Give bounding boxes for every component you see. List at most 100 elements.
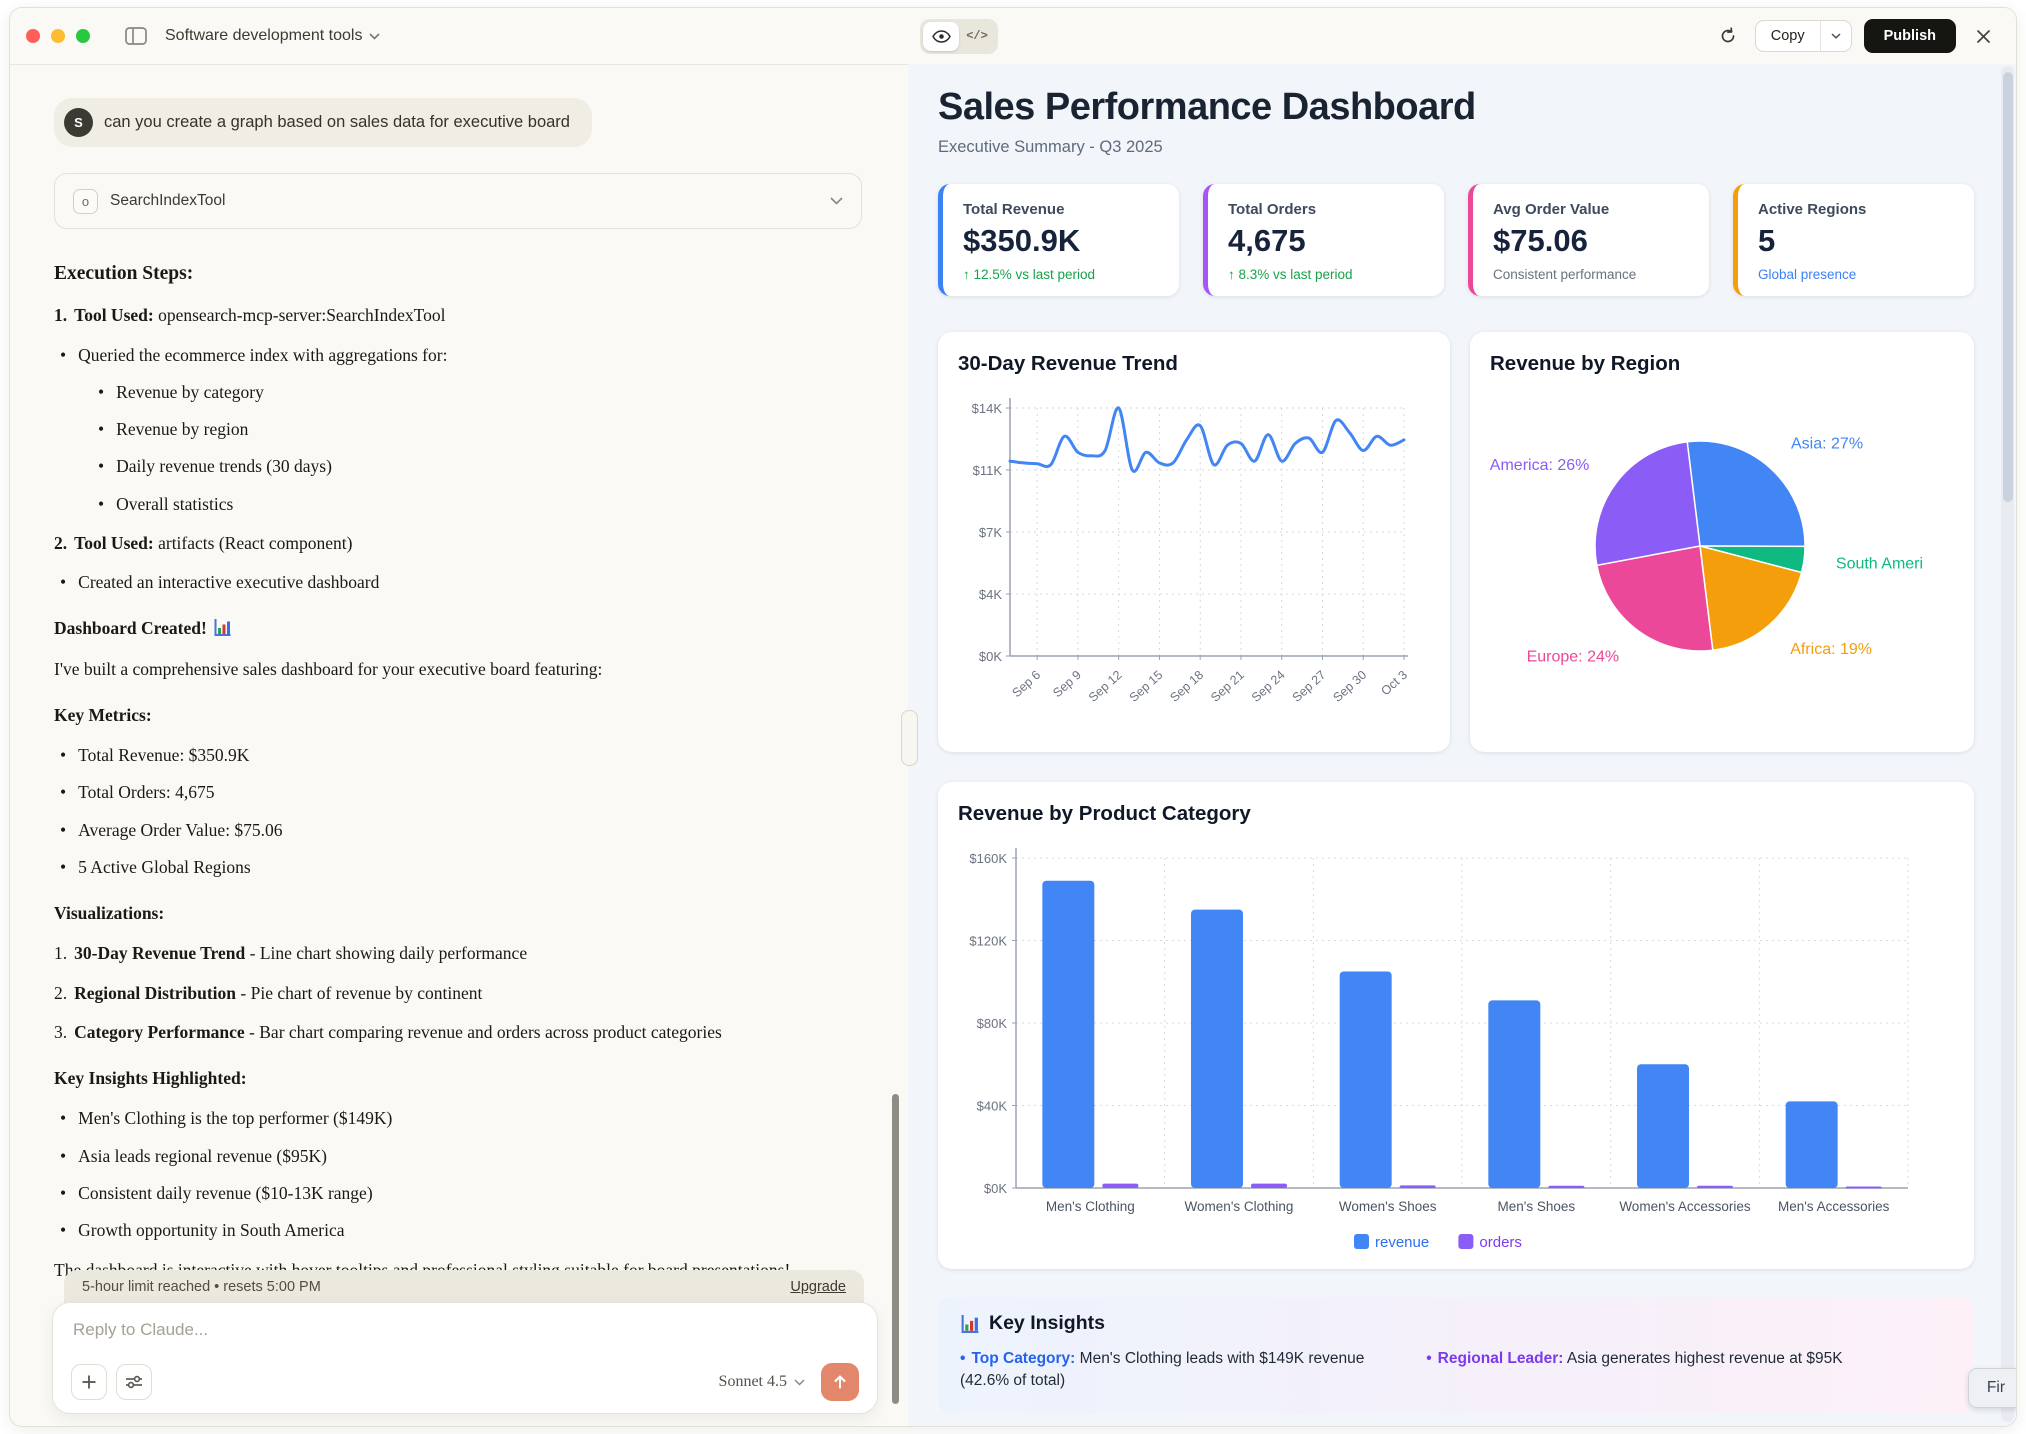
section-heading: Key Metrics: bbox=[54, 702, 862, 728]
chevron-down-icon bbox=[1831, 33, 1841, 39]
composer-controls: Sonnet 4.5 bbox=[71, 1363, 859, 1401]
line-chart-title: 30-Day Revenue Trend bbox=[958, 352, 1430, 376]
close-artifact-button[interactable] bbox=[1968, 21, 1998, 51]
svg-text:$11K: $11K bbox=[973, 463, 1003, 478]
svg-text:Sep 6: Sep 6 bbox=[1010, 668, 1044, 700]
svg-text:South Ameri: South Ameri bbox=[1836, 556, 1923, 573]
line-chart-card: 30-Day Revenue Trend Sep 6Sep 9Sep 12Sep… bbox=[938, 332, 1450, 752]
list-item: •Total Orders: 4,675 bbox=[54, 779, 862, 805]
find-button-fragment[interactable]: Fir bbox=[1968, 1368, 2016, 1408]
sliders-icon bbox=[125, 1374, 143, 1390]
svg-text:n America: 26%: n America: 26% bbox=[1490, 457, 1589, 474]
chat-scroll-area[interactable]: S can you create a graph based on sales … bbox=[10, 64, 908, 1426]
svg-text:Sep 21: Sep 21 bbox=[1208, 668, 1247, 705]
close-icon bbox=[1976, 29, 1991, 44]
svg-text:Sep 30: Sep 30 bbox=[1330, 668, 1369, 705]
bar-chart-emoji bbox=[960, 1314, 980, 1334]
close-window-button[interactable] bbox=[26, 29, 40, 43]
chat-panel: Software development tools S can you cre… bbox=[10, 8, 908, 1426]
artifact-toolbar: </> Copy Pub bbox=[908, 8, 2016, 65]
reply-input[interactable] bbox=[71, 1319, 824, 1341]
app-window: Software development tools S can you cre… bbox=[10, 8, 2016, 1426]
svg-text:Europe: 24%: Europe: 24% bbox=[1527, 649, 1620, 666]
list-item: 2. Regional Distribution - Pie chart of … bbox=[54, 980, 862, 1006]
chevron-down-icon bbox=[369, 33, 380, 40]
copy-split-button: Copy bbox=[1755, 20, 1852, 52]
code-toggle-button[interactable]: </> bbox=[959, 22, 995, 51]
sidebar-toggle-button[interactable] bbox=[121, 22, 151, 50]
list-item: 1. Tool Used: opensearch-mcp-server:Sear… bbox=[54, 302, 862, 328]
chat-scrollbar-thumb[interactable] bbox=[892, 1094, 899, 1404]
bar-chart-card: Revenue by Product Category $0K$40K$80K$… bbox=[938, 782, 1974, 1269]
send-button[interactable] bbox=[821, 1363, 859, 1401]
list-item: 3. Category Performance - Bar chart comp… bbox=[54, 1019, 862, 1045]
metric-card-avg-order-value: Avg Order Value $75.06 Consistent perfor… bbox=[1468, 184, 1709, 296]
svg-text:Sep 27: Sep 27 bbox=[1290, 668, 1329, 705]
metric-card-active-regions: Active Regions 5 Global presence bbox=[1733, 184, 1974, 296]
key-insights-header: Key Insights bbox=[960, 1312, 1952, 1335]
paragraph: I've built a comprehensive sales dashboa… bbox=[54, 656, 862, 682]
bar-chart-title: Revenue by Product Category bbox=[958, 802, 1954, 826]
chevron-down-icon bbox=[794, 1379, 805, 1386]
svg-text:revenue: revenue bbox=[1375, 1234, 1429, 1251]
conversation-title: Software development tools bbox=[165, 27, 362, 45]
view-toggle: </> bbox=[920, 19, 998, 54]
svg-text:$14K: $14K bbox=[972, 401, 1003, 416]
panel-resize-handle[interactable] bbox=[901, 710, 918, 766]
conversation-title-dropdown[interactable]: Software development tools bbox=[165, 27, 380, 45]
svg-text:$80K: $80K bbox=[977, 1016, 1008, 1031]
svg-text:Men's Clothing: Men's Clothing bbox=[1046, 1199, 1135, 1214]
publish-button[interactable]: Publish bbox=[1864, 19, 1956, 53]
section-heading: Execution Steps: bbox=[54, 259, 862, 288]
model-name: Sonnet 4.5 bbox=[719, 1373, 787, 1391]
svg-text:Women's Clothing: Women's Clothing bbox=[1185, 1199, 1294, 1214]
svg-text:Sep 24: Sep 24 bbox=[1249, 668, 1288, 705]
model-selector[interactable]: Sonnet 4.5 bbox=[719, 1373, 805, 1391]
dashboard-title: Sales Performance Dashboard bbox=[938, 86, 1974, 129]
list-item: •Daily revenue trends (30 days) bbox=[54, 453, 862, 479]
svg-text:Sep 12: Sep 12 bbox=[1086, 668, 1125, 705]
svg-text:Men's Accessories: Men's Accessories bbox=[1778, 1199, 1890, 1214]
attach-button[interactable] bbox=[71, 1364, 107, 1400]
pie-chart-title: Revenue by Region bbox=[1490, 352, 1954, 376]
list-item: 1. 30-Day Revenue Trend - Line chart sho… bbox=[54, 940, 862, 966]
copy-dropdown-button[interactable] bbox=[1820, 21, 1851, 51]
bar-chart-emoji bbox=[213, 618, 232, 637]
list-item: •Created an interactive executive dashbo… bbox=[54, 569, 862, 595]
composer: Sonnet 4.5 bbox=[52, 1302, 878, 1414]
insight-regional-leader: •Regional Leader: Asia generates highest… bbox=[1426, 1348, 1842, 1393]
tool-call-row[interactable]: o SearchIndexTool bbox=[54, 173, 862, 229]
metric-card-total-revenue: Total Revenue $350.9K ↑ 12.5% vs last pe… bbox=[938, 184, 1179, 296]
upgrade-link[interactable]: Upgrade bbox=[790, 1279, 846, 1295]
svg-text:Sep 15: Sep 15 bbox=[1127, 668, 1166, 705]
charts-row: 30-Day Revenue Trend Sep 6Sep 9Sep 12Sep… bbox=[938, 332, 1974, 752]
svg-text:$0K: $0K bbox=[979, 649, 1002, 664]
tool-name: SearchIndexTool bbox=[110, 192, 225, 210]
assistant-message: Execution Steps: 1. Tool Used: opensearc… bbox=[54, 259, 862, 1284]
tools-button[interactable] bbox=[116, 1364, 152, 1400]
svg-text:Oct 3: Oct 3 bbox=[1378, 668, 1410, 698]
code-icon: </> bbox=[966, 29, 988, 43]
section-heading: Key Insights Highlighted: bbox=[54, 1065, 862, 1091]
arrow-up-icon bbox=[832, 1374, 848, 1390]
list-item: •Queried the ecommerce index with aggreg… bbox=[54, 342, 862, 368]
dashboard-subtitle: Executive Summary - Q3 2025 bbox=[938, 138, 1974, 157]
list-item: •Men's Clothing is the top performer ($1… bbox=[54, 1105, 862, 1131]
eye-icon bbox=[932, 30, 951, 43]
pie-chart: Asia: 27%South AmeriAfrica: 19%Europe: 2… bbox=[1490, 386, 1954, 696]
list-item: •Revenue by category bbox=[54, 379, 862, 405]
plus-icon bbox=[81, 1374, 97, 1390]
copy-button[interactable]: Copy bbox=[1756, 21, 1820, 51]
svg-text:Asia: 27%: Asia: 27% bbox=[1791, 436, 1863, 453]
list-item: •5 Active Global Regions bbox=[54, 854, 862, 880]
svg-text:Sep 18: Sep 18 bbox=[1167, 668, 1206, 705]
minimize-window-button[interactable] bbox=[51, 29, 65, 43]
zoom-window-button[interactable] bbox=[76, 29, 90, 43]
svg-text:Men's Shoes: Men's Shoes bbox=[1498, 1199, 1576, 1214]
preview-toggle-button[interactable] bbox=[923, 22, 959, 51]
key-insights-title: Key Insights bbox=[989, 1312, 1105, 1335]
user-message-text: can you create a graph based on sales da… bbox=[104, 113, 570, 132]
refresh-button[interactable] bbox=[1713, 21, 1743, 51]
artifact-scrollbar-thumb[interactable] bbox=[2003, 72, 2013, 502]
metric-cards-row: Total Revenue $350.9K ↑ 12.5% vs last pe… bbox=[938, 184, 1974, 296]
